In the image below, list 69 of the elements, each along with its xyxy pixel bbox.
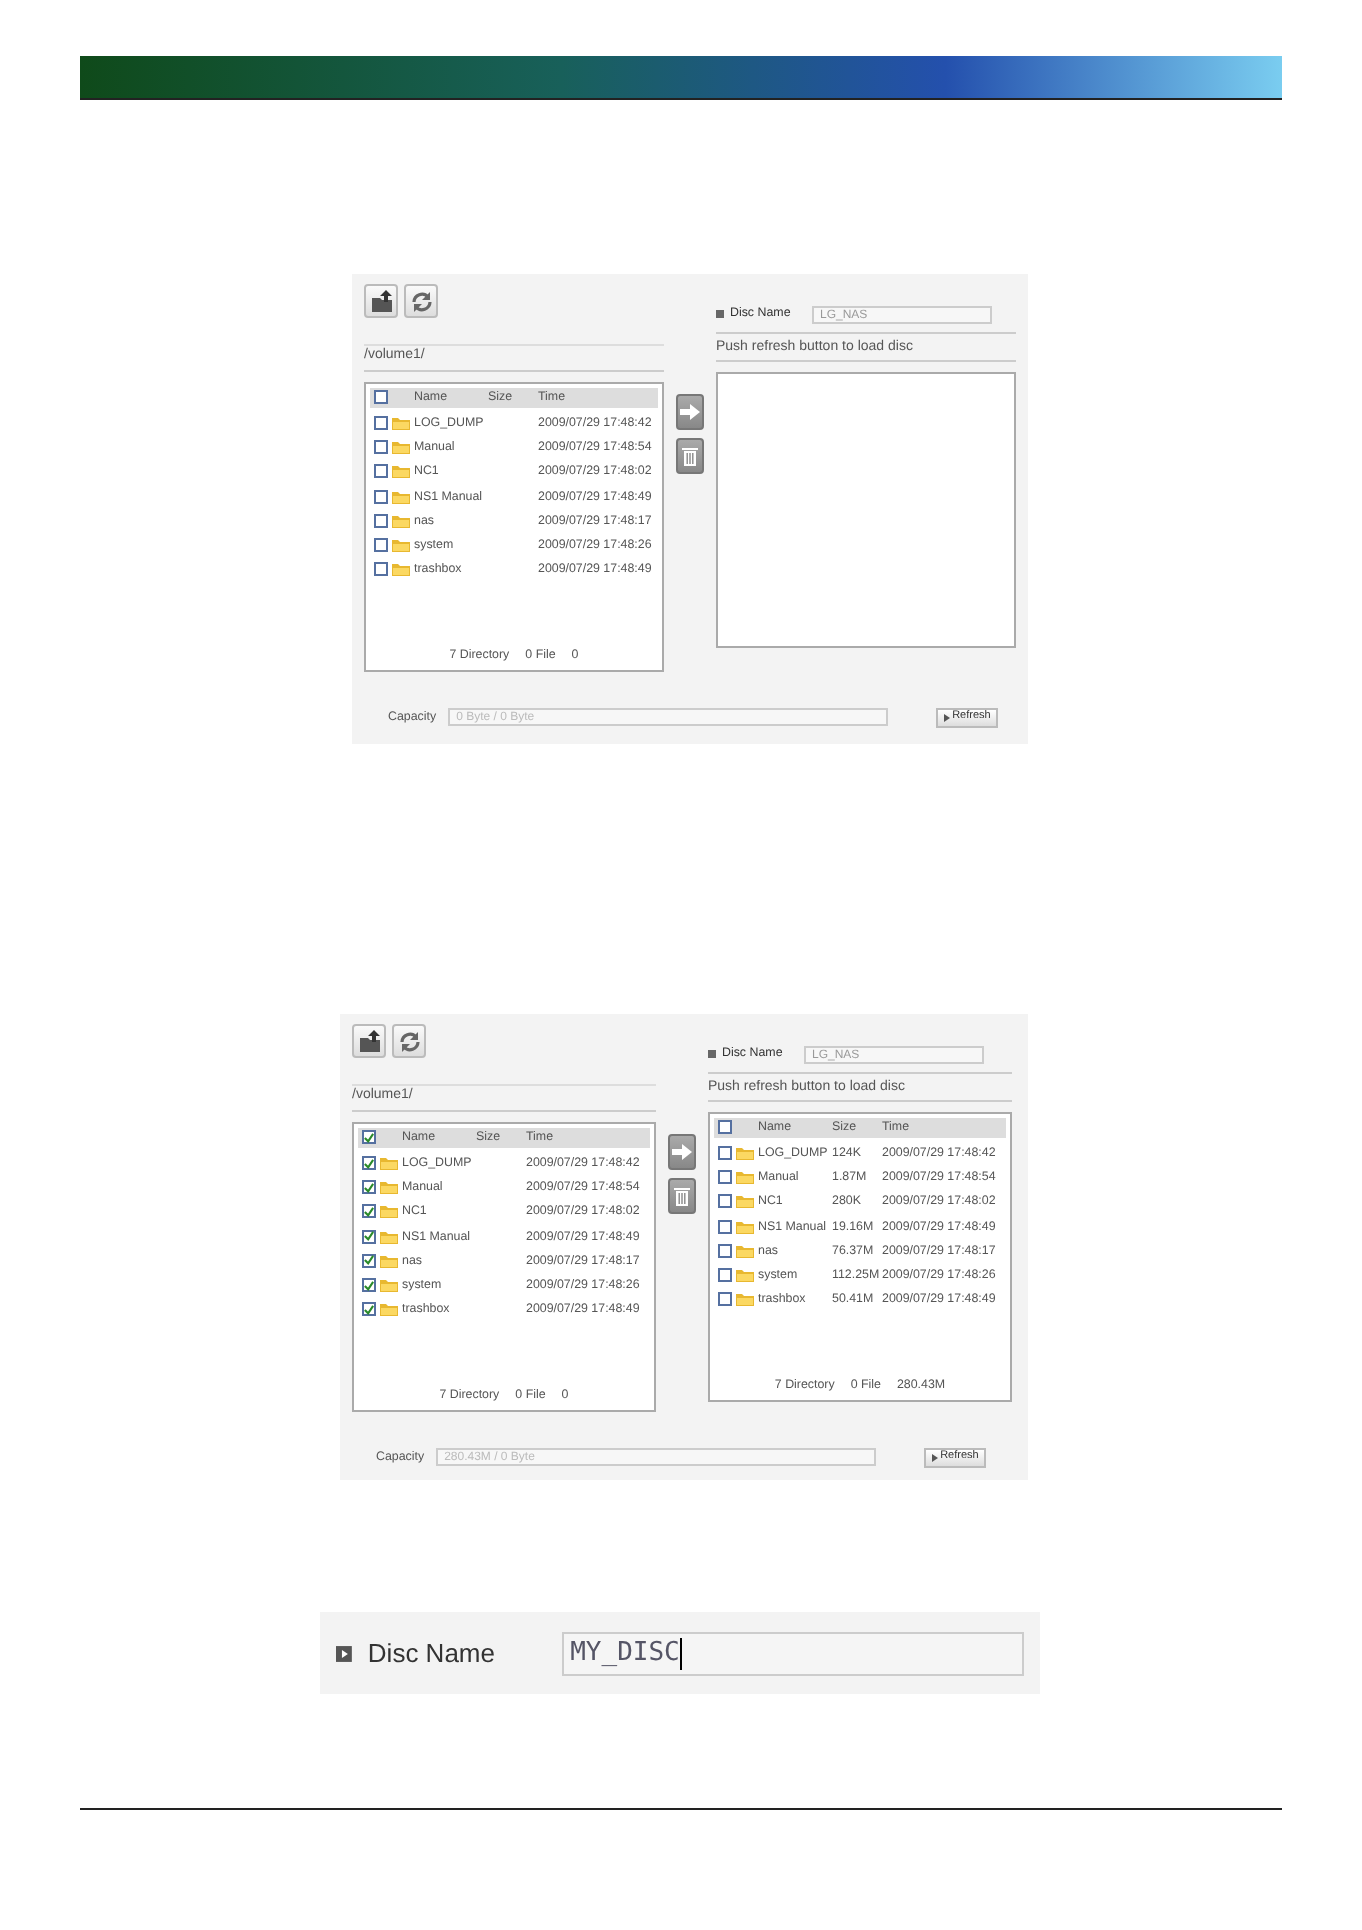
folder-icon [736,1146,754,1161]
folder-up-icon [369,290,393,312]
up-folder-button[interactable] [364,284,398,318]
folder-icon [380,1180,398,1195]
checkbox[interactable] [718,1170,732,1185]
arrow-icon [680,404,700,420]
move-button[interactable] [676,394,704,430]
bullet-icon [716,310,724,318]
checkbox[interactable] [718,1268,732,1283]
folder-icon [736,1243,754,1258]
trash-icon [682,446,698,466]
checkbox[interactable] [718,1243,732,1258]
folder-icon [736,1268,754,1283]
delete-button[interactable] [676,438,704,474]
refresh-icon [409,289,433,313]
checkbox[interactable] [362,1156,376,1171]
folder-icon [736,1170,754,1185]
refresh-icon [397,1029,421,1053]
disc-name-field[interactable]: MY_DISC [562,1631,1024,1675]
delete-button[interactable] [668,1178,696,1214]
folder-icon [392,464,410,479]
disc-name-label: Disc Name [367,1635,497,1672]
checkbox[interactable] [374,562,388,577]
refresh-button[interactable] [404,284,438,318]
folder-icon [736,1292,754,1307]
move-button[interactable] [668,1134,696,1170]
folder-icon [392,440,410,455]
folder-up-icon [357,1030,381,1052]
checkbox[interactable] [718,1146,732,1161]
folder-icon [392,513,410,528]
checkbox[interactable] [374,390,388,404]
checkbox[interactable] [374,440,388,455]
folder-icon [392,562,410,577]
folder-icon [380,1156,398,1171]
checkbox[interactable] [374,416,388,431]
folder-icon [392,489,410,504]
arrow-icon [932,1453,939,1461]
refresh-button[interactable] [392,1024,426,1058]
folder-icon [380,1204,398,1219]
checkbox[interactable] [718,1120,732,1134]
check-icon [364,1131,374,1143]
arrow-icon [672,1144,692,1160]
up-folder-button[interactable] [352,1024,386,1058]
folder-icon [736,1219,754,1234]
folder-icon [380,1302,398,1317]
arrow-icon [944,713,951,721]
checkbox[interactable] [374,513,388,528]
checkbox[interactable] [362,1253,376,1268]
bullet-icon [708,1050,716,1058]
checkbox[interactable] [362,1130,376,1144]
checkbox[interactable] [362,1180,376,1195]
checkbox[interactable] [718,1194,732,1209]
checkbox[interactable] [718,1219,732,1234]
bullet-icon [336,1645,352,1661]
checkbox[interactable] [374,489,388,504]
folder-icon [392,538,410,553]
checkbox[interactable] [718,1292,732,1307]
checkbox[interactable] [374,464,388,479]
folder-icon [392,416,410,431]
folder-icon [380,1253,398,1268]
checkbox[interactable] [362,1229,376,1244]
trash-icon [674,1186,690,1206]
folder-icon [380,1229,398,1244]
checkbox[interactable] [362,1204,376,1219]
checkbox[interactable] [362,1302,376,1317]
folder-icon [736,1194,754,1209]
checkbox[interactable] [362,1278,376,1293]
checkbox[interactable] [374,538,388,553]
folder-icon [380,1278,398,1293]
